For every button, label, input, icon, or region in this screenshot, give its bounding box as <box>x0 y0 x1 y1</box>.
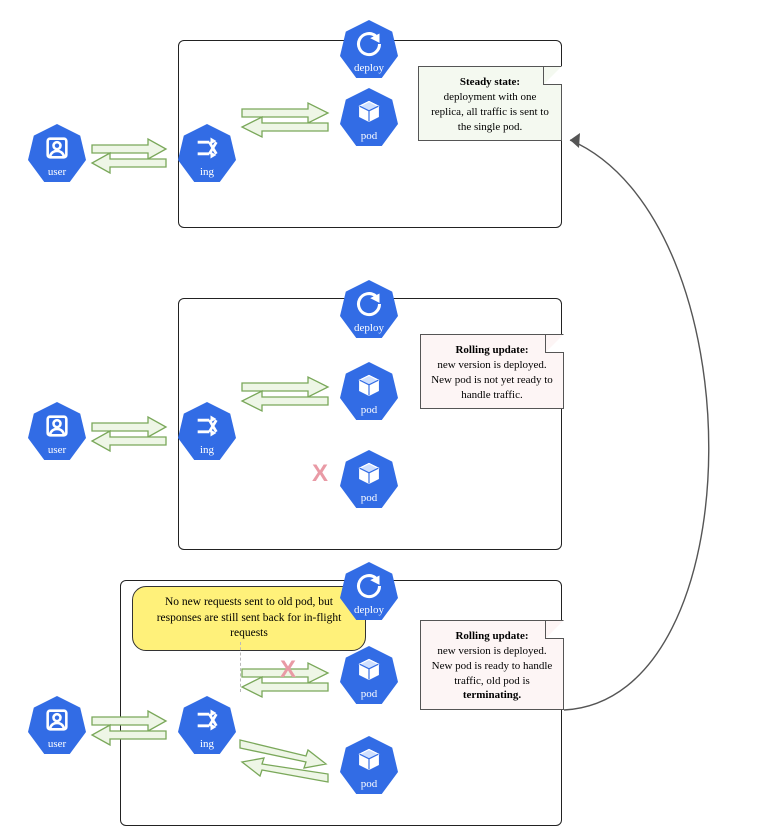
yellow-note: No new requests sent to old pod, but res… <box>132 586 366 651</box>
blocked-x-1: X <box>312 460 328 488</box>
user-icon-2: user <box>28 402 86 460</box>
note-u2-body: new version is deployed. New pod is read… <box>432 645 553 687</box>
arrows-ing-pod-2 <box>240 374 338 414</box>
yellow-note-text: No new requests sent to old pod, but res… <box>157 596 342 639</box>
user-icon: user <box>28 124 86 182</box>
arrows-user-ing-2 <box>90 414 176 454</box>
arrows-ing-pod-new <box>238 734 338 790</box>
note-steady-title: Steady state: <box>460 76 520 88</box>
note-u1-body: new version is deployed. New pod is not … <box>431 359 553 401</box>
ing-label: ing <box>200 167 214 178</box>
note-u2-tail: terminating. <box>463 689 521 701</box>
arrows-user-ing-3 <box>90 708 176 748</box>
pod-label: pod <box>361 131 378 142</box>
note-u2-title: Rolling update: <box>455 630 528 642</box>
user-icon-3: user <box>28 696 86 754</box>
feedback-arrow <box>556 100 766 740</box>
blocked-x-2: X <box>280 656 296 684</box>
note-update1: Rolling update: new version is deployed.… <box>420 334 564 409</box>
note-u1-title: Rolling update: <box>455 344 528 356</box>
arrows-user-ing-1 <box>90 136 176 176</box>
diagram-canvas: user ing deploy pod Steady state: deploy… <box>0 0 778 832</box>
note-steady: Steady state: deployment with one replic… <box>418 66 562 141</box>
arrows-ing-pod-1 <box>240 100 338 140</box>
note-update2: Rolling update: new version is deployed.… <box>420 620 564 710</box>
user-label: user <box>48 167 66 178</box>
deploy-label: deploy <box>354 63 384 74</box>
note-steady-body: deployment with one replica, all traffic… <box>431 91 549 133</box>
